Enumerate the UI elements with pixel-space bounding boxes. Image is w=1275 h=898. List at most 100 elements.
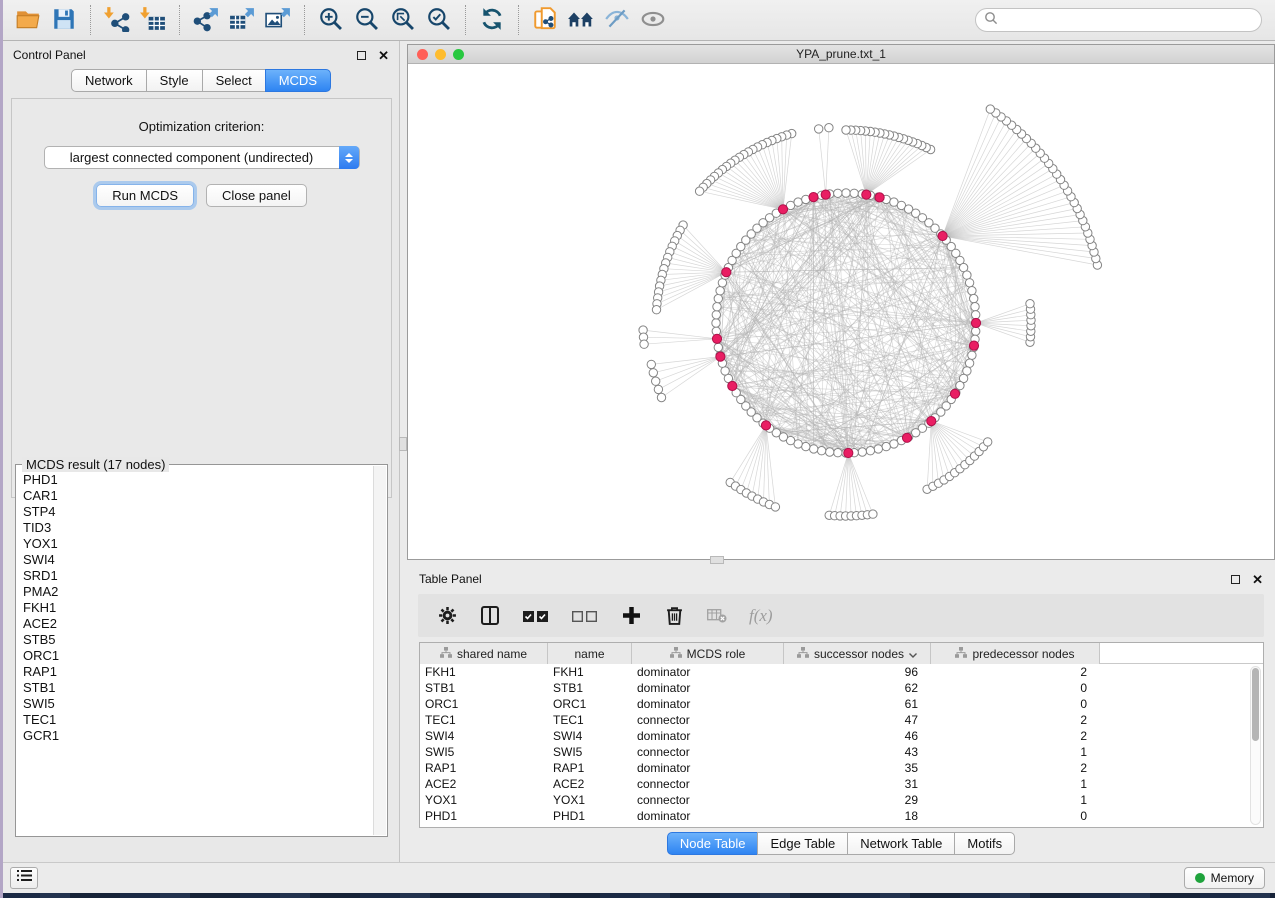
table-cell[interactable]: ACE2 [548,777,632,791]
mcds-result-item[interactable]: STB5 [23,632,373,648]
dominator-node[interactable] [844,448,853,457]
tab-mcds[interactable]: MCDS [265,69,331,92]
table-cell[interactable]: dominator [632,729,784,743]
table-cell[interactable]: YOX1 [548,793,632,807]
table-cell[interactable]: 2 [931,713,1100,727]
leaf-node[interactable] [640,340,648,348]
mcds-result-item[interactable]: YOX1 [23,536,373,552]
ring-node[interactable] [963,271,971,279]
ring-node[interactable] [965,359,973,367]
ring-node[interactable] [712,311,720,319]
search-box[interactable] [975,8,1262,32]
table-row[interactable]: RAP1RAP1dominator352 [420,760,1263,776]
table-cell[interactable]: 46 [784,729,931,743]
show-all-button[interactable] [637,4,669,36]
mcds-result-item[interactable]: STB1 [23,680,373,696]
ring-node[interactable] [842,189,850,197]
table-cell[interactable]: connector [632,713,784,727]
table-row[interactable]: ACE2ACE2connector311 [420,776,1263,792]
ring-node[interactable] [714,294,722,302]
tab-node-table[interactable]: Node Table [667,832,759,855]
dominator-node[interactable] [875,193,884,202]
table-cell[interactable]: ORC1 [420,697,548,711]
ring-node[interactable] [965,279,973,287]
ring-node[interactable] [834,449,842,457]
ring-node[interactable] [826,448,834,456]
ring-node[interactable] [890,440,898,448]
table-cell[interactable]: 96 [784,665,931,679]
mcds-result-item[interactable]: SRD1 [23,568,373,584]
deselect-all-icon[interactable] [571,605,599,627]
ring-node[interactable] [817,447,825,455]
leaf-node[interactable] [647,360,655,368]
network-window-titlebar[interactable]: YPA_prune.txt_1 [408,45,1274,64]
ring-node[interactable] [850,189,858,197]
tab-style[interactable]: Style [146,69,203,92]
table-row[interactable]: PHD1PHD1dominator180 [420,808,1263,824]
export-network-button[interactable] [190,4,222,36]
mcds-result-list[interactable]: PHD1CAR1STP4TID3YOX1SWI4SRD1PMA2FKH1ACE2… [16,468,373,836]
close-panel-icon[interactable]: ✕ [1252,575,1263,584]
table-cell[interactable]: 62 [784,681,931,695]
close-window-icon[interactable] [417,49,428,60]
ring-node[interactable] [718,279,726,287]
table-cell[interactable]: 0 [931,697,1100,711]
ring-node[interactable] [971,303,979,311]
column-header-name[interactable]: name [548,643,632,664]
leaf-node[interactable] [652,306,660,314]
ring-node[interactable] [810,445,818,453]
zoom-out-button[interactable] [351,4,383,36]
dominator-node[interactable] [971,318,980,327]
table-cell[interactable]: RAP1 [420,761,548,775]
ring-node[interactable] [970,294,978,302]
ring-node[interactable] [802,442,810,450]
table-cell[interactable]: ORC1 [548,697,632,711]
table-cell[interactable]: STB1 [548,681,632,695]
ring-node[interactable] [716,287,724,295]
leaf-node[interactable] [649,369,657,377]
dominator-node[interactable] [950,389,959,398]
mcds-result-item[interactable]: SWI4 [23,552,373,568]
table-cell[interactable]: RAP1 [548,761,632,775]
minimize-window-icon[interactable] [435,49,446,60]
leaf-node[interactable] [771,503,779,511]
table-cell[interactable]: 1 [931,777,1100,791]
dominator-node[interactable] [728,381,737,390]
table-cell[interactable]: dominator [632,697,784,711]
table-row[interactable]: ORC1ORC1dominator610 [420,696,1263,712]
table-cell[interactable]: SWI4 [420,729,548,743]
dominator-node[interactable] [809,193,818,202]
table-row[interactable]: TEC1TEC1connector472 [420,712,1263,728]
columns-icon[interactable] [479,605,501,627]
tab-edge-table[interactable]: Edge Table [757,832,848,855]
leaf-node[interactable] [654,385,662,393]
table-cell[interactable]: 35 [784,761,931,775]
table-cell[interactable]: 31 [784,777,931,791]
ring-node[interactable] [712,319,720,327]
ring-node[interactable] [794,198,802,206]
mcds-result-item[interactable]: FKH1 [23,600,373,616]
table-cell[interactable]: 1 [931,793,1100,807]
ring-node[interactable] [714,343,722,351]
maximize-window-icon[interactable] [453,49,464,60]
run-mcds-button[interactable]: Run MCDS [96,184,194,207]
gear-icon[interactable] [436,605,458,627]
close-panel-icon[interactable]: ✕ [378,51,389,60]
dominator-node[interactable] [862,190,871,199]
dominator-node[interactable] [821,190,830,199]
table-cell[interactable]: SWI5 [548,745,632,759]
mcds-result-item[interactable]: ACE2 [23,616,373,632]
float-window-icon[interactable] [1231,575,1240,584]
tab-select[interactable]: Select [202,69,266,92]
horizontal-split-handle[interactable] [710,556,724,564]
mcds-result-item[interactable]: PMA2 [23,584,373,600]
table-cell[interactable]: FKH1 [548,665,632,679]
dominator-node[interactable] [712,334,721,343]
table-cell[interactable]: dominator [632,809,784,823]
table-cell[interactable]: connector [632,745,784,759]
table-cell[interactable]: TEC1 [420,713,548,727]
task-history-button[interactable] [10,867,38,889]
dominator-node[interactable] [778,205,787,214]
add-row-icon[interactable] [620,605,642,627]
mcds-result-item[interactable]: GCR1 [23,728,373,744]
